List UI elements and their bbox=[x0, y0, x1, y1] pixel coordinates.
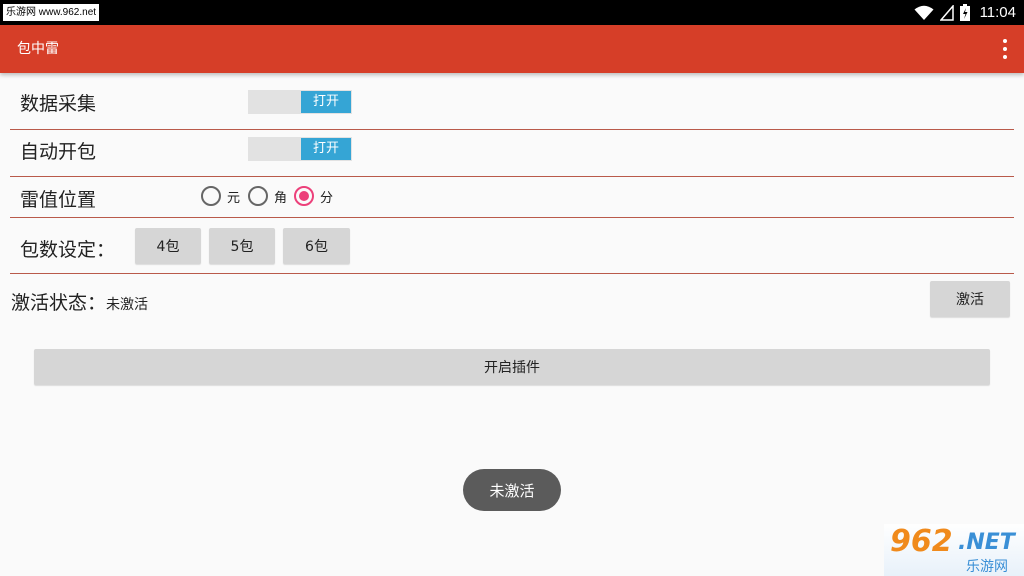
divider bbox=[10, 273, 1014, 274]
radio-label: 角 bbox=[274, 190, 288, 206]
pack-5-button[interactable]: 5包 bbox=[209, 228, 275, 264]
auto-open-toggle-label: 打开 bbox=[301, 138, 351, 160]
pack-6-button[interactable]: 6包 bbox=[283, 228, 350, 264]
activation-status-label: 激活状态： bbox=[11, 292, 107, 314]
app-bar: 包中雷 bbox=[0, 25, 1024, 73]
logo-text: 乐游网 bbox=[966, 559, 1008, 575]
battery-icon bbox=[959, 4, 970, 21]
radio-fen[interactable]: 分 bbox=[294, 186, 333, 206]
status-bar: 乐游网 www.962.net 11:04 bbox=[0, 0, 1024, 25]
toast: 未激活 bbox=[463, 469, 561, 511]
app-title: 包中雷 bbox=[17, 41, 59, 57]
logo-number: 962 bbox=[890, 524, 953, 559]
divider bbox=[10, 129, 1014, 130]
status-watermark: 乐游网 www.962.net bbox=[3, 4, 100, 21]
radio-jiao[interactable]: 角 bbox=[248, 186, 287, 206]
logo-net: .NET bbox=[958, 530, 1015, 555]
divider bbox=[10, 176, 1014, 177]
more-vertical-icon[interactable] bbox=[1002, 39, 1008, 59]
data-collect-label: 数据采集 bbox=[20, 93, 97, 115]
signal-icon bbox=[939, 4, 954, 21]
auto-open-toggle[interactable]: 打开 bbox=[248, 137, 352, 161]
data-collect-toggle-label: 打开 bbox=[301, 91, 351, 113]
radio-label: 分 bbox=[320, 190, 334, 206]
status-icons: 11:04 bbox=[914, 0, 1016, 25]
radio-circle-checked[interactable] bbox=[294, 186, 314, 206]
data-collect-toggle[interactable]: 打开 bbox=[248, 90, 352, 114]
activate-button[interactable]: 激活 bbox=[930, 281, 1010, 317]
wifi-icon bbox=[914, 5, 934, 20]
activation-status: 激活状态： 未激活 bbox=[11, 288, 148, 315]
divider bbox=[10, 217, 1014, 218]
radio-circle[interactable] bbox=[201, 186, 221, 206]
radio-yuan[interactable]: 元 bbox=[201, 186, 240, 206]
corner-logo: 962 .NET 乐游网 bbox=[884, 524, 1024, 576]
radio-label: 元 bbox=[227, 190, 241, 206]
mine-position-label: 雷值位置 bbox=[20, 189, 97, 211]
status-time: 11:04 bbox=[979, 4, 1016, 21]
start-plugin-button[interactable]: 开启插件 bbox=[34, 349, 990, 385]
pack-4-button[interactable]: 4包 bbox=[135, 228, 201, 264]
auto-open-label: 自动开包 bbox=[20, 141, 97, 163]
activation-status-value: 未激活 bbox=[106, 297, 149, 313]
radio-circle[interactable] bbox=[248, 186, 268, 206]
pack-count-label: 包数设定： bbox=[20, 239, 116, 261]
